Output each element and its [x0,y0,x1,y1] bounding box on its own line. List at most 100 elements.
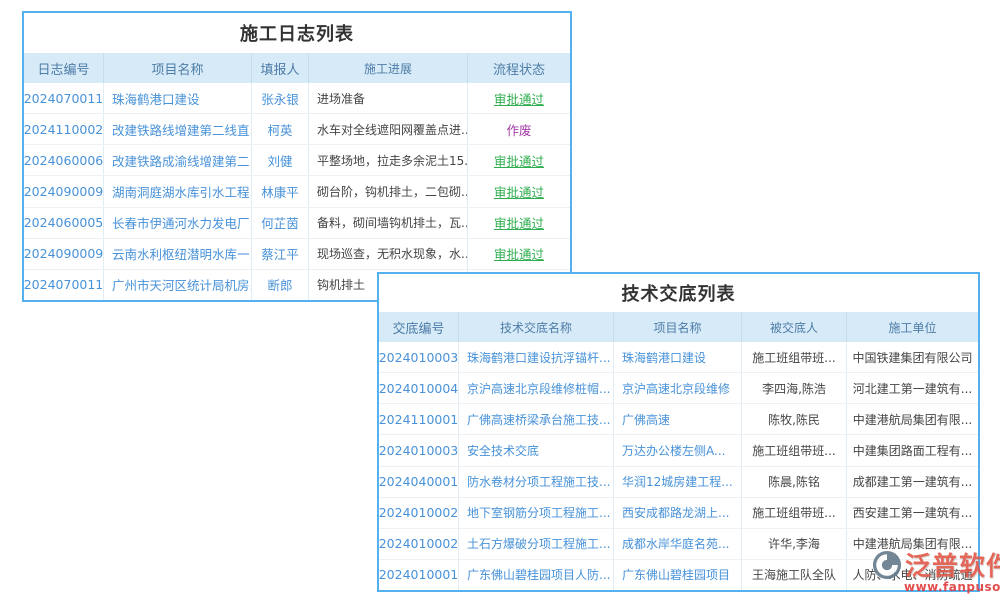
log-id-cell[interactable]: 2024090009 [24,176,104,206]
reporter-cell[interactable]: 刘健 [252,145,309,175]
log-id-cell[interactable]: 2024070011 [24,270,104,300]
status-cell[interactable]: 审批通过 [468,145,570,175]
table-row[interactable]: 2024010002地下室钢筋分项工程施工...西安成都路龙湖上...施工班组带… [379,498,978,529]
construction-unit-cell: 成都建工第一建筑有... [847,467,978,497]
project-name-cell[interactable]: 改建铁路成渝线增建第二... [104,145,252,175]
status-cell[interactable]: 审批通过 [468,176,570,206]
project-name-cell[interactable]: 成都水岸华庭名苑... [614,529,742,559]
table-header-row: 交底编号技术交底名称项目名称被交底人施工单位 [379,312,978,342]
disclosure-id-cell[interactable]: 2024010003 [379,342,459,372]
disclosure-name-cell[interactable]: 防水卷材分项工程施工技... [459,467,614,497]
column-header: 项目名称 [614,312,742,342]
recipient-cell: 陈牧,陈民 [742,404,847,434]
progress-cell: 备料，砌间墙钩机排土，瓦... [309,208,468,238]
table-row[interactable]: 2024010004京沪高速北京段维修桩帽...京沪高速北京段维修李四海,陈浩河… [379,373,978,404]
log-id-cell[interactable]: 2024090009 [24,239,104,269]
construction-log-table: 施工日志列表 日志编号项目名称填报人施工进展流程状态 2024070011珠海鹤… [22,11,572,302]
log-id-cell[interactable]: 2024110002 [24,114,104,144]
project-name-cell[interactable]: 京沪高速北京段维修 [614,373,742,403]
disclosure-id-cell[interactable]: 2024010002 [379,529,459,559]
disclosure-id-cell[interactable]: 2024010001 [379,560,459,590]
column-header: 流程状态 [468,53,570,83]
status-cell[interactable]: 审批通过 [468,208,570,238]
status-cell[interactable]: 作废 [468,114,570,144]
disclosure-name-cell[interactable]: 安全技术交底 [459,435,614,465]
recipient-cell: 施工班组带班... [742,342,847,372]
construction-unit-cell: 西安建工第一建筑有... [847,498,978,528]
reporter-cell[interactable]: 林康平 [252,176,309,206]
status-cell[interactable]: 审批通过 [468,239,570,269]
table-row[interactable]: 2024090009湖南洞庭湖水库引水工程...林康平砌台阶，钩机排土，二包砌.… [24,176,570,207]
disclosure-id-cell[interactable]: 2024010002 [379,498,459,528]
progress-cell: 砌台阶，钩机排土，二包砌... [309,176,468,206]
column-header: 技术交底名称 [459,312,614,342]
disclosure-id-cell[interactable]: 2024110001 [379,404,459,434]
table-body: 2024070011珠海鹤港口建设张永银进场准备审批通过2024110002改建… [24,83,570,300]
column-header: 施工进展 [309,53,468,83]
table-row[interactable]: 2024070011珠海鹤港口建设张永银进场准备审批通过 [24,83,570,114]
column-header: 日志编号 [24,53,104,83]
project-name-cell[interactable]: 长春市伊通河水力发电厂... [104,208,252,238]
table-body: 2024010003珠海鹤港口建设抗浮锚杆...珠海鹤港口建设施工班组带班...… [379,342,978,590]
disclosure-name-cell[interactable]: 珠海鹤港口建设抗浮锚杆... [459,342,614,372]
column-header: 交底编号 [379,312,459,342]
table-row[interactable]: 2024010001广东佛山碧桂园项目人防...广东佛山碧桂园项目王海施工队全队… [379,560,978,590]
table-header-row: 日志编号项目名称填报人施工进展流程状态 [24,53,570,83]
recipient-cell: 施工班组带班... [742,435,847,465]
table-row[interactable]: 2024060005长春市伊通河水力发电厂...何芷茵备料，砌间墙钩机排土，瓦.… [24,208,570,239]
column-header: 填报人 [252,53,309,83]
construction-unit-cell: 中建港航局集团有限... [847,404,978,434]
table-row[interactable]: 2024040001防水卷材分项工程施工技...华润12城房建工程...陈晨,陈… [379,467,978,498]
column-header: 被交底人 [742,312,847,342]
reporter-cell[interactable]: 蔡江平 [252,239,309,269]
progress-cell: 平整场地，拉走多余泥土15... [309,145,468,175]
project-name-cell[interactable]: 珠海鹤港口建设 [614,342,742,372]
construction-unit-cell: 中建港航局集团有限... [847,529,978,559]
table-row[interactable]: 2024090009云南水利枢纽潜明水库一...蔡江平现场巡查，无积水现象，水.… [24,239,570,270]
log-id-cell[interactable]: 2024060006 [24,145,104,175]
log-id-cell[interactable]: 2024070011 [24,83,104,113]
table-row[interactable]: 2024060006改建铁路成渝线增建第二...刘健平整场地，拉走多余泥土15.… [24,145,570,176]
table-row[interactable]: 2024110001广佛高速桥梁承台施工技...广佛高速陈牧,陈民中建港航局集团… [379,404,978,435]
project-name-cell[interactable]: 湖南洞庭湖水库引水工程... [104,176,252,206]
disclosure-id-cell[interactable]: 2024040001 [379,467,459,497]
status-cell[interactable]: 审批通过 [468,83,570,113]
construction-unit-cell: 人防、水电、消防疏通 [847,560,978,590]
table-row[interactable]: 2024110002改建铁路线增建第二线直...柯英水车对全线遮阳网覆盖点进..… [24,114,570,145]
disclosure-id-cell[interactable]: 2024010004 [379,373,459,403]
project-name-cell[interactable]: 西安成都路龙湖上... [614,498,742,528]
log-id-cell[interactable]: 2024060005 [24,208,104,238]
recipient-cell: 施工班组带班... [742,498,847,528]
project-name-cell[interactable]: 改建铁路线增建第二线直... [104,114,252,144]
disclosure-id-cell[interactable]: 2024010003 [379,435,459,465]
project-name-cell[interactable]: 广佛高速 [614,404,742,434]
reporter-cell[interactable]: 张永银 [252,83,309,113]
construction-unit-cell: 中国铁建集团有限公司 [847,342,978,372]
project-name-cell[interactable]: 珠海鹤港口建设 [104,83,252,113]
disclosure-name-cell[interactable]: 地下室钢筋分项工程施工... [459,498,614,528]
reporter-cell[interactable]: 断郎 [252,270,309,300]
progress-cell: 现场巡查，无积水现象，水... [309,239,468,269]
progress-cell: 水车对全线遮阳网覆盖点进... [309,114,468,144]
reporter-cell[interactable]: 柯英 [252,114,309,144]
project-name-cell[interactable]: 华润12城房建工程... [614,467,742,497]
project-name-cell[interactable]: 广州市天河区统计局机房... [104,270,252,300]
recipient-cell: 陈晨,陈铭 [742,467,847,497]
disclosure-name-cell[interactable]: 土石方爆破分项工程施工... [459,529,614,559]
recipient-cell: 王海施工队全队 [742,560,847,590]
disclosure-name-cell[interactable]: 广东佛山碧桂园项目人防... [459,560,614,590]
project-name-cell[interactable]: 广东佛山碧桂园项目 [614,560,742,590]
recipient-cell: 许华,李海 [742,529,847,559]
reporter-cell[interactable]: 何芷茵 [252,208,309,238]
disclosure-name-cell[interactable]: 广佛高速桥梁承台施工技... [459,404,614,434]
disclosure-name-cell[interactable]: 京沪高速北京段维修桩帽... [459,373,614,403]
table-title: 施工日志列表 [24,13,570,53]
table-row[interactable]: 2024010003珠海鹤港口建设抗浮锚杆...珠海鹤港口建设施工班组带班...… [379,342,978,373]
construction-unit-cell: 河北建工第一建筑有... [847,373,978,403]
table-row[interactable]: 2024010003安全技术交底万达办公楼左侧A...施工班组带班...中建集团… [379,435,978,466]
table-row[interactable]: 2024010002土石方爆破分项工程施工...成都水岸华庭名苑...许华,李海… [379,529,978,560]
column-header: 施工单位 [847,312,978,342]
project-name-cell[interactable]: 云南水利枢纽潜明水库一... [104,239,252,269]
table-title: 技术交底列表 [379,274,978,312]
project-name-cell[interactable]: 万达办公楼左侧A... [614,435,742,465]
